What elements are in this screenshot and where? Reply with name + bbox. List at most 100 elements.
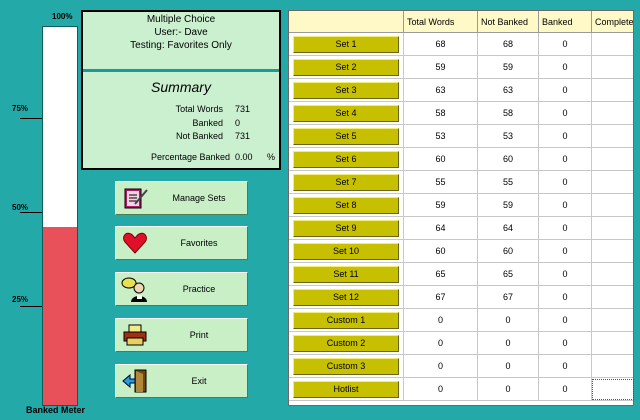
cell-banked: 0 xyxy=(538,263,591,286)
action-label: Print xyxy=(189,330,209,340)
stat-value: 731 xyxy=(235,104,251,114)
banked-meter xyxy=(42,26,78,406)
table-row: Set 8 59 59 0 xyxy=(289,194,633,217)
percentage-unit: % xyxy=(267,152,276,162)
set-button[interactable]: Set 10 xyxy=(293,243,399,260)
cell-complete xyxy=(591,286,635,309)
header-not-banked: Not Banked xyxy=(477,11,538,33)
cell-total-words: 53 xyxy=(403,125,477,148)
panel-divider xyxy=(83,69,279,72)
cell-banked: 0 xyxy=(538,217,591,240)
cell-not-banked: 59 xyxy=(477,194,538,217)
cell-complete xyxy=(591,332,635,355)
action-label: Manage Sets xyxy=(172,193,226,203)
user-name: User:- Dave xyxy=(154,27,208,38)
cell-banked: 0 xyxy=(538,56,591,79)
manage-sets-button[interactable]: Manage Sets xyxy=(115,181,248,215)
cell-total-words: 0 xyxy=(403,378,477,401)
cell-not-banked: 0 xyxy=(477,332,538,355)
practice-button[interactable]: Practice xyxy=(115,272,248,306)
stat-label: Total Words xyxy=(175,104,223,114)
person-speech-icon xyxy=(119,275,151,303)
set-button[interactable]: Set 4 xyxy=(293,105,399,122)
cell-banked: 0 xyxy=(538,79,591,102)
set-button[interactable]: Set 5 xyxy=(293,128,399,145)
testing-filter: Testing: Favorites Only xyxy=(130,40,232,51)
cell-complete xyxy=(591,33,635,56)
cell-not-banked: 55 xyxy=(477,171,538,194)
cell-not-banked: 64 xyxy=(477,217,538,240)
sets-table: Total Words Not Banked Banked Complete S… xyxy=(288,10,634,406)
header-banked: Banked xyxy=(538,11,591,33)
meter-label-75: 75% xyxy=(12,104,29,113)
cell-total-words: 65 xyxy=(403,263,477,286)
stat-label: Not Banked xyxy=(175,131,223,141)
stat-value: 0 xyxy=(235,118,241,128)
table-row: Set 6 60 60 0 xyxy=(289,148,633,171)
cell-complete xyxy=(591,194,635,217)
cell-banked: 0 xyxy=(538,355,591,378)
set-button[interactable]: Set 1 xyxy=(293,36,399,53)
stat-label: Banked xyxy=(192,118,223,128)
table-row: Set 2 59 59 0 xyxy=(289,56,633,79)
header-complete: Complete xyxy=(591,11,635,33)
set-button[interactable]: Hotlist xyxy=(293,381,399,398)
cell-not-banked: 53 xyxy=(477,125,538,148)
cell-complete xyxy=(591,79,635,102)
set-button[interactable]: Set 3 xyxy=(293,82,399,99)
meter-caption: Banked Meter xyxy=(26,405,86,415)
action-label: Practice xyxy=(182,284,216,294)
cell-total-words: 55 xyxy=(403,171,477,194)
action-label: Exit xyxy=(191,376,207,386)
table-row: Set 11 65 65 0 xyxy=(289,263,633,286)
cell-complete xyxy=(591,56,635,79)
printer-icon xyxy=(119,321,151,349)
cell-banked: 0 xyxy=(538,102,591,125)
header-total-words: Total Words xyxy=(403,11,477,33)
cell-not-banked: 59 xyxy=(477,56,538,79)
set-button[interactable]: Custom 1 xyxy=(293,312,399,329)
cell-total-words: 59 xyxy=(403,56,477,79)
set-button[interactable]: Custom 2 xyxy=(293,335,399,352)
set-button[interactable]: Set 2 xyxy=(293,59,399,76)
cell-complete xyxy=(591,217,635,240)
table-row: Set 7 55 55 0 xyxy=(289,171,633,194)
set-button[interactable]: Set 12 xyxy=(293,289,399,306)
set-button[interactable]: Set 8 xyxy=(293,197,399,214)
cell-total-words: 0 xyxy=(403,355,477,378)
stat-row-banked: Banked xyxy=(83,118,223,130)
action-label: Favorites xyxy=(180,238,218,248)
stat-row-total: Total Words xyxy=(83,104,223,116)
cell-total-words: 0 xyxy=(403,332,477,355)
cell-banked: 0 xyxy=(538,309,591,332)
cell-not-banked: 63 xyxy=(477,79,538,102)
set-button[interactable]: Set 6 xyxy=(293,151,399,168)
cell-banked: 0 xyxy=(538,33,591,56)
percentage-banked-value: 0.00 xyxy=(235,152,253,162)
cell-complete xyxy=(591,171,635,194)
print-button[interactable]: Print xyxy=(115,318,248,352)
cell-not-banked: 0 xyxy=(477,355,538,378)
set-button[interactable]: Custom 3 xyxy=(293,358,399,375)
cell-not-banked: 0 xyxy=(477,309,538,332)
table-row: Set 1 68 68 0 xyxy=(289,33,633,56)
cell-not-banked: 65 xyxy=(477,263,538,286)
cell-total-words: 63 xyxy=(403,79,477,102)
set-button[interactable]: Set 11 xyxy=(293,266,399,283)
cell-banked: 0 xyxy=(538,194,591,217)
heart-icon xyxy=(119,229,151,257)
exit-door-icon xyxy=(119,367,151,395)
cell-complete xyxy=(591,125,635,148)
cell-banked: 0 xyxy=(538,171,591,194)
cell-complete xyxy=(591,263,635,286)
set-button[interactable]: Set 7 xyxy=(293,174,399,191)
set-button[interactable]: Set 9 xyxy=(293,220,399,237)
cell-total-words: 64 xyxy=(403,217,477,240)
table-row: Set 3 63 63 0 xyxy=(289,79,633,102)
exit-button[interactable]: Exit xyxy=(115,364,248,398)
cell-complete xyxy=(591,355,635,378)
stat-row-not-banked: Not Banked xyxy=(83,131,223,143)
table-row: Set 10 60 60 0 xyxy=(289,240,633,263)
table-row: Custom 2000 xyxy=(289,332,633,355)
favorites-button[interactable]: Favorites xyxy=(115,226,248,260)
